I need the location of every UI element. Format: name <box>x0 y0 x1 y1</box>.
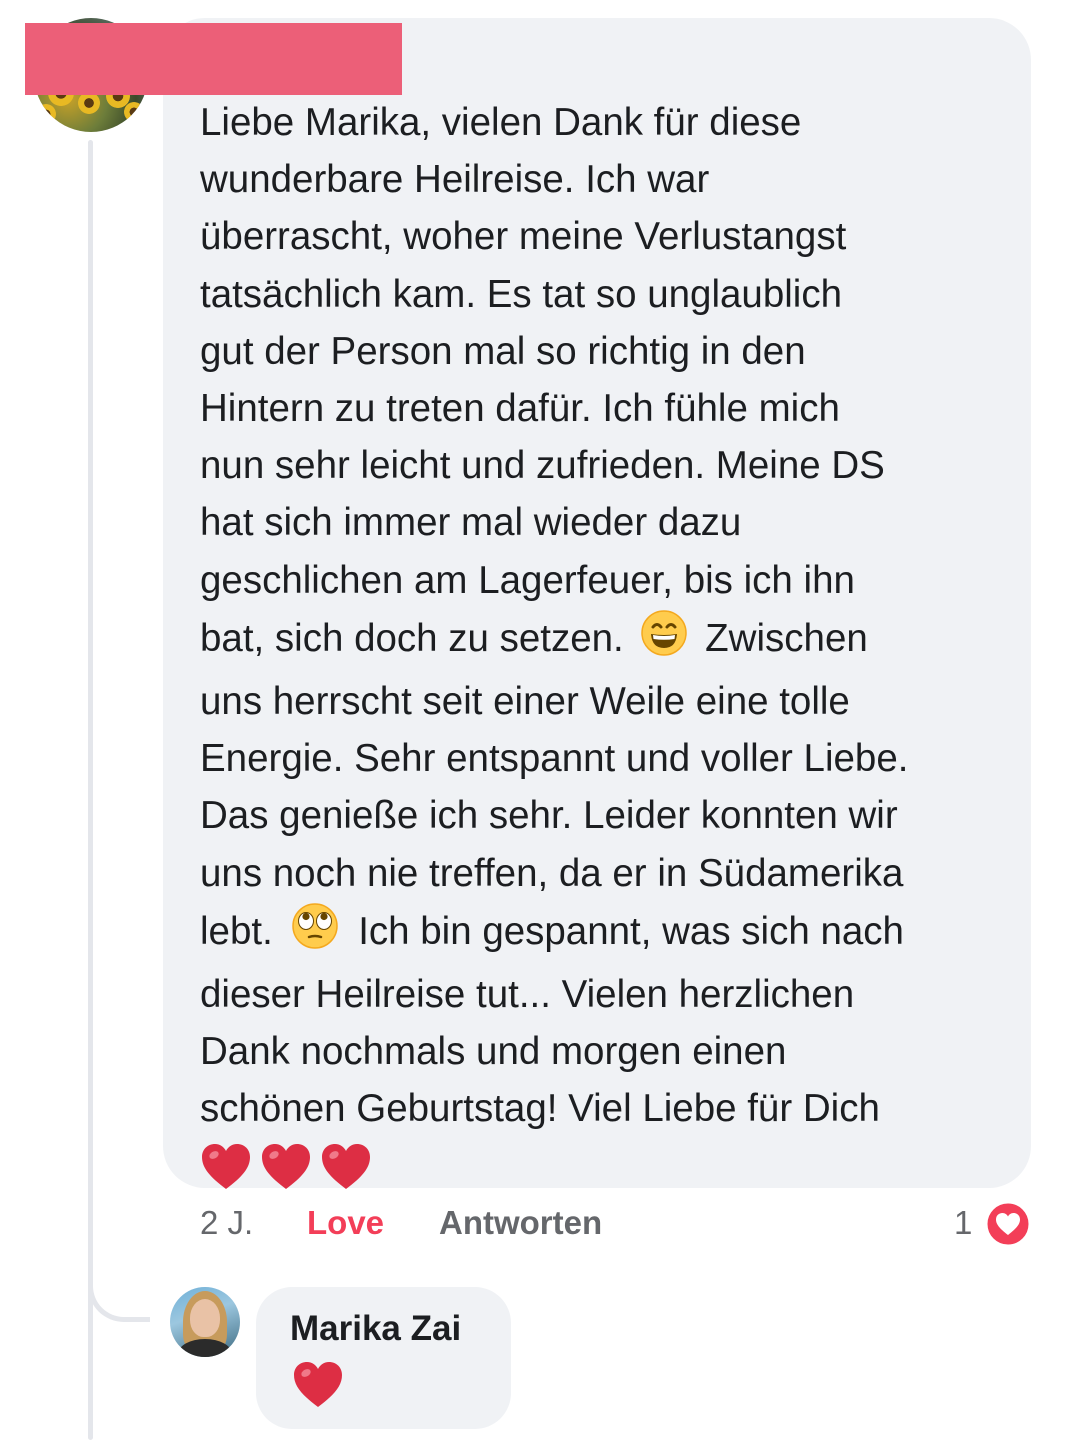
love-reaction-icon[interactable] <box>984 1200 1032 1248</box>
comment-line: überrascht, woher meine Verlustangst <box>200 215 847 259</box>
reply-button[interactable]: Antworten <box>439 1204 602 1242</box>
thread-reply-connector <box>88 1258 150 1322</box>
comment-line: uns noch nie treffen, da er in Südamerik… <box>200 851 904 895</box>
comment-fragment: bat, sich doch zu setzen. <box>200 616 624 660</box>
comment-line: Hintern zu treten dafür. Ich fühle mich <box>200 387 840 431</box>
eye-roll-face-icon <box>289 902 341 966</box>
reaction-count[interactable]: 1 <box>954 1204 972 1242</box>
comment-line: dieser Heilreise tut... Vielen herzliche… <box>200 973 855 1017</box>
comment-line: nun sehr leicht und zufrieden. Meine DS <box>200 444 885 488</box>
love-button[interactable]: Love <box>307 1204 384 1242</box>
comment-line: tatsächlich kam. Es tat so unglaublich <box>200 272 842 316</box>
comment-line: wunderbare Heilreise. Ich war <box>200 158 710 202</box>
comment-timestamp[interactable]: 2 J. <box>200 1204 253 1242</box>
comment-fragment: Zwischen <box>705 616 868 660</box>
comment-line: uns herrscht seit einer Weile eine tolle <box>200 680 850 724</box>
comment-line: lebt. Ich bin gespannt, was sich nach <box>200 902 1020 966</box>
reply-author-avatar[interactable] <box>170 1287 240 1357</box>
comment-line: geschlichen am Lagerfeuer, bis ich ihn <box>200 558 855 602</box>
redacted-author-name <box>25 23 402 95</box>
comment-line: Energie. Sehr entspannt und voller Liebe… <box>200 737 909 781</box>
reply-author-name[interactable]: Marika Zai <box>290 1309 461 1349</box>
comment-line: hat sich immer mal wieder dazu <box>200 501 742 545</box>
comment-body: Liebe Marika, vielen Dank für diese wund… <box>200 94 1020 1210</box>
comment-fragment: Ich bin gespannt, was sich nach <box>358 909 904 953</box>
comment-fragment: lebt. <box>200 909 273 953</box>
comment-line: Das genieße ich sehr. Leider konnten wir <box>200 794 898 838</box>
grinning-face-icon <box>640 609 688 673</box>
red-heart-icon <box>292 1360 344 1417</box>
comment-line: Liebe Marika, vielen Dank für diese <box>200 101 802 144</box>
comment-line: bat, sich doch zu setzen. Zwischen <box>200 609 1020 673</box>
comment-line: gut der Person mal so richtig in den <box>200 329 806 373</box>
comment-line: Dank nochmals und morgen einen <box>200 1030 787 1074</box>
comment-actions: 2 J. Love Antworten 1 <box>0 1198 1065 1252</box>
comment-line: schönen Geburtstag! Viel Liebe für Dich <box>200 1087 880 1131</box>
